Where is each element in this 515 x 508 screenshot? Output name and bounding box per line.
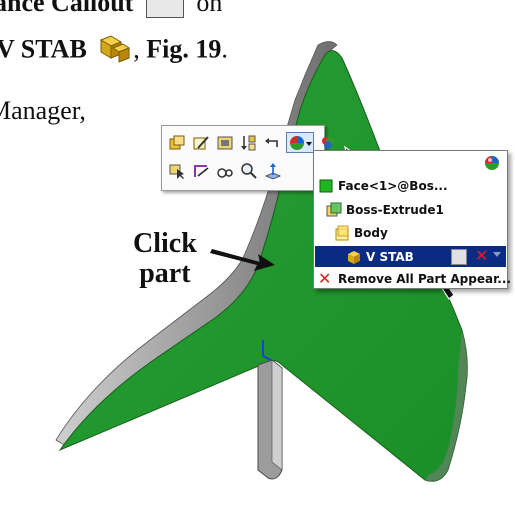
undo-icon[interactable] [262, 132, 283, 153]
appearance-callout-menu: Face<1>@Bos... Boss-Extrude1 Body V STAB… [313, 150, 511, 289]
remove-appearance-icon[interactable]: ✕ [475, 246, 488, 265]
edit-appearance-icon[interactable] [190, 132, 211, 153]
dropdown-arrow-icon[interactable] [493, 252, 501, 257]
menu-item-body[interactable]: Body [334, 222, 388, 243]
appearance-swatch[interactable] [451, 249, 467, 265]
remove-icon: ✕ [318, 268, 332, 288]
sketch-icon[interactable] [190, 160, 211, 181]
instruction-line-3: Manager, [0, 96, 86, 125]
part-icon [95, 32, 131, 71]
appearance-icon[interactable] [166, 132, 187, 153]
select-icon[interactable] [166, 160, 187, 181]
sphere-icon [484, 155, 500, 174]
menu-item-face[interactable]: Face<1>@Bos... [318, 175, 448, 196]
zoom-to-selection-icon[interactable] [238, 160, 259, 181]
body-icon [334, 225, 350, 241]
normal-to-icon[interactable] [262, 160, 283, 181]
v-stab-text: V STAB [0, 34, 87, 64]
figure-reference: Fig. 19 [146, 34, 222, 64]
appearance-callout-text: ance Callout [0, 0, 134, 17]
menu-item-remove-all[interactable]: ✕ Remove All Part Appear... [318, 268, 511, 289]
click-part-caption: Click part [133, 228, 197, 289]
menu-item-boss-extrude[interactable]: Boss-Extrude1 [326, 199, 444, 220]
face-icon [318, 178, 334, 194]
view-orientation-icon[interactable] [214, 160, 235, 181]
context-toolbar [161, 125, 334, 191]
instruction-line-2: V STAB , Fig. 19. [0, 32, 228, 71]
feature-icon [326, 202, 342, 218]
display-state-icon[interactable] [238, 132, 259, 153]
texture-icon[interactable] [214, 132, 235, 153]
menu-item-v-stab[interactable]: V STAB ✕ [315, 246, 506, 267]
instruction-line-1: ance Callout on [0, 0, 222, 19]
appearance-callout-button-image [145, 0, 184, 19]
appearance-callout-icon[interactable] [286, 132, 314, 153]
part-icon [346, 249, 362, 265]
